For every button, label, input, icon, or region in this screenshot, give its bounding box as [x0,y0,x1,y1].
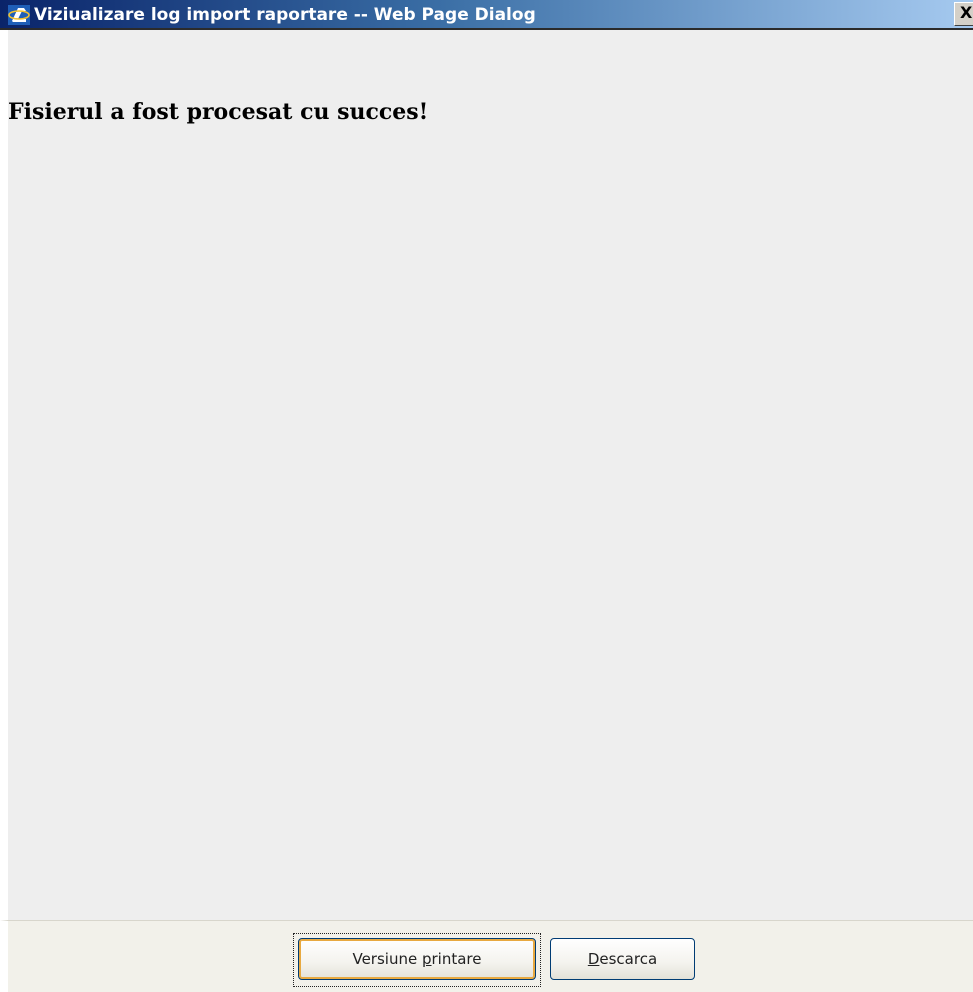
dialog-window: Viziualizare log import raportare -- Web… [0,0,973,992]
title-bar: Viziualizare log import raportare -- Web… [0,0,973,30]
print-version-button[interactable]: Versiune printare [298,938,536,980]
close-button[interactable]: X [954,2,973,26]
window-title: Viziualizare log import raportare -- Web… [34,5,536,25]
download-button[interactable]: Descarca [550,938,695,980]
close-icon: X [960,3,973,22]
download-button-accelerator: D [587,950,600,968]
print-version-button-label-start: Versiune [352,950,422,968]
internet-explorer-icon [8,5,30,25]
download-button-label-end: escarca [599,950,658,968]
dialog-content: Fisierul a fost procesat cu succes! [0,30,973,920]
print-version-button-accelerator: p [421,950,432,968]
success-message: Fisierul a fost procesat cu succes! [8,99,429,125]
print-version-button-label-end: rintare [431,950,482,968]
